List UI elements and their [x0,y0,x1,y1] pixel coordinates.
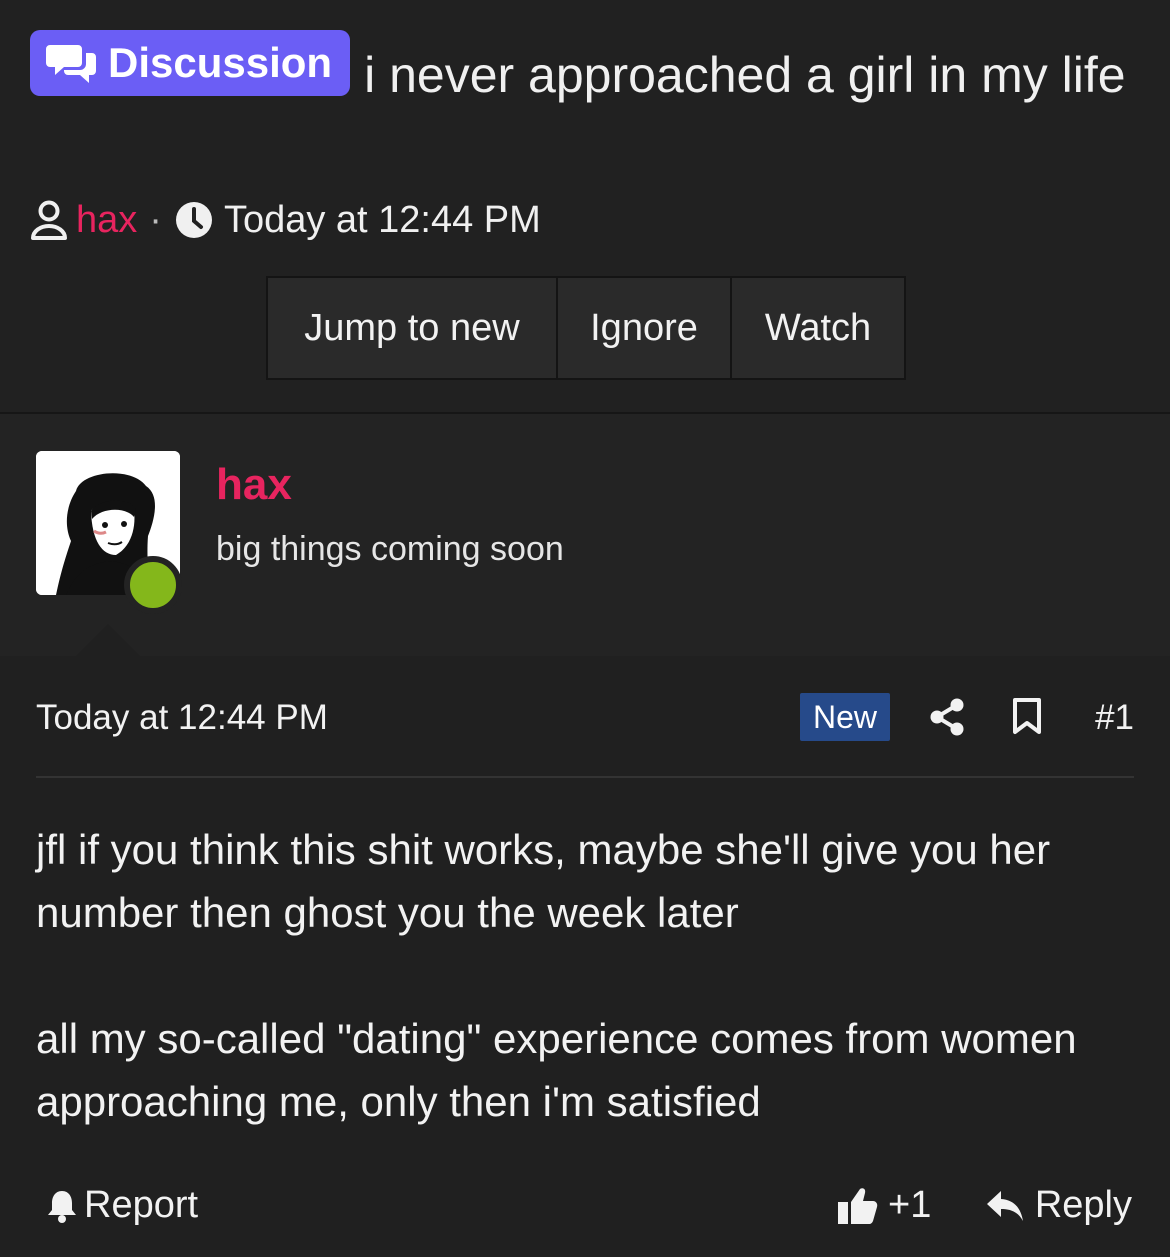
report-link[interactable]: Report [46,1184,198,1227]
ignore-button[interactable]: Ignore [558,278,732,378]
meta-separator: · [149,198,162,241]
like-reaction[interactable]: +1 [836,1184,931,1227]
thread-author-link[interactable]: hax [76,199,137,242]
prefix-label-text: Discussion [108,39,333,86]
message-body: jfl if you think this shit works, maybe … [36,818,1136,1133]
reaction-count: +1 [888,1184,932,1226]
thread-title: i never approached a girl in my life [364,47,1126,103]
thread-meta: hax · Today at 12:44 PM [30,192,541,248]
user-title: big things coming soon [216,530,564,568]
clock-icon [175,202,212,238]
message-date[interactable]: Today at 12:44 PM [36,698,328,738]
watch-button[interactable]: Watch [732,278,904,378]
reply-button[interactable]: Reply [985,1184,1132,1227]
comments-icon [46,45,96,83]
share-icon[interactable] [928,697,966,737]
thread-header: Discussion i never approached a girl in … [0,0,1170,412]
reply-label: Reply [1034,1184,1132,1226]
message-paragraph: jfl if you think this shit works, maybe … [36,826,1051,936]
message-footer: Report +1 Reply [36,1178,1134,1238]
post-number-link[interactable]: #1 [1095,698,1134,738]
thread-title-block: Discussion i never approached a girl in … [30,30,1140,111]
thread-action-buttons: Jump to new Ignore Watch [266,276,906,380]
online-status-indicator [124,556,182,614]
jump-to-new-button[interactable]: Jump to new [268,278,558,378]
message-attribution: Today at 12:44 PM New #1 [36,690,1134,746]
new-badge: New [800,693,890,741]
message-arrow [74,624,142,658]
message-header-divider [36,776,1134,778]
thread-date[interactable]: Today at 12:44 PM [224,199,541,242]
reply-icon [986,1190,1023,1221]
bookmark-icon[interactable] [1012,697,1042,735]
thumbs-up-icon [838,1187,878,1224]
report-label: Report [84,1184,199,1226]
user-icon [31,200,67,240]
prefix-label[interactable]: Discussion [30,30,351,96]
message-user-block: hax big things coming soon [0,414,1170,656]
message-paragraph: all my so-called "dating" experience com… [36,1015,1077,1125]
message-username[interactable]: hax [216,460,292,510]
bell-icon [48,1190,76,1223]
